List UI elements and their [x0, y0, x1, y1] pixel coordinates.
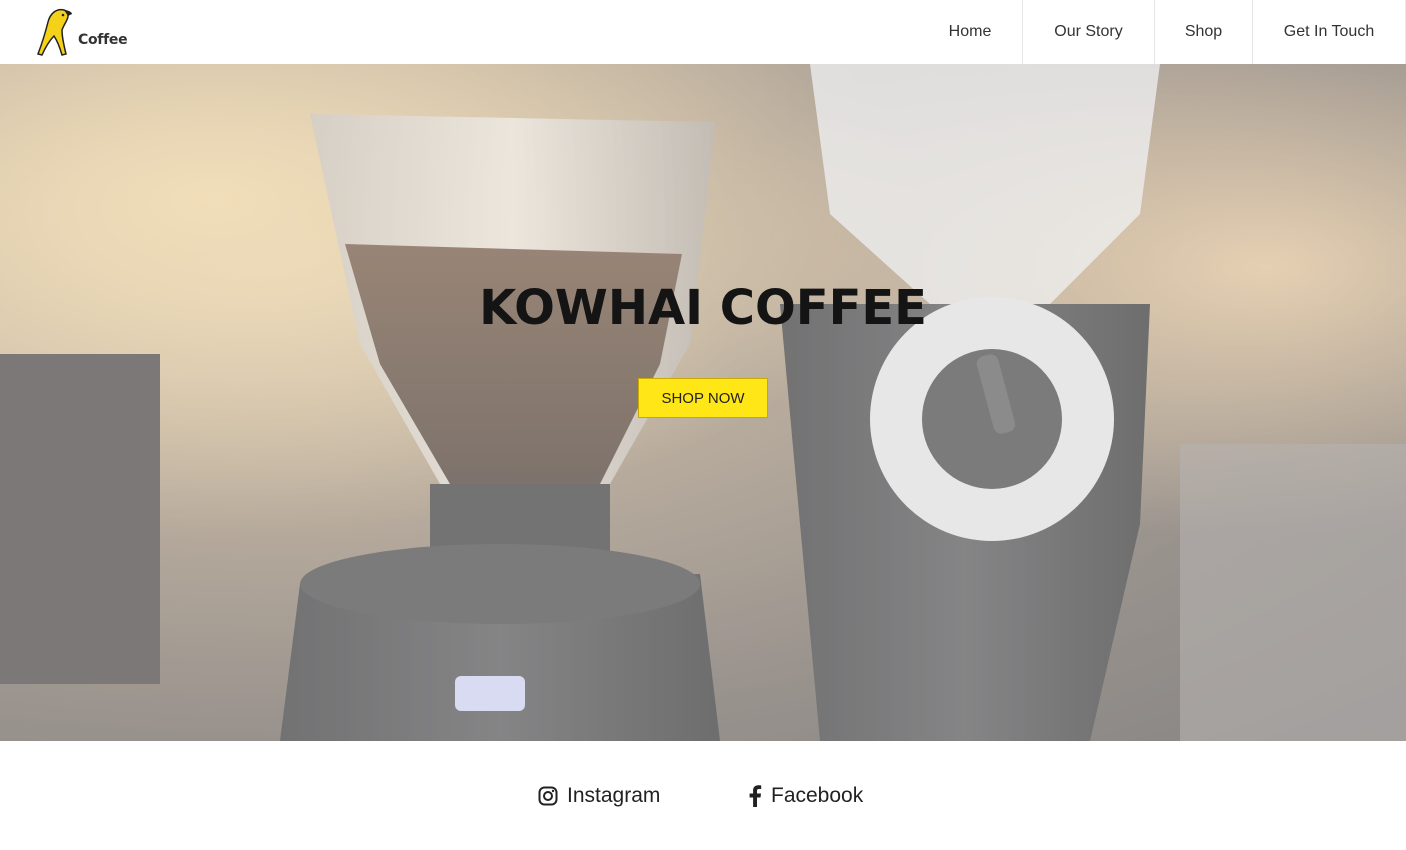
shop-now-button[interactable]: SHOP NOW [638, 378, 768, 418]
main-nav: Home Our Story Shop Get In Touch [918, 0, 1406, 64]
facebook-link[interactable]: Facebook [748, 778, 863, 814]
logo-text: Coffee [78, 32, 128, 48]
site-logo[interactable]: Coffee [34, 6, 134, 58]
instagram-link[interactable]: Instagram [538, 778, 660, 814]
facebook-label: Facebook [771, 784, 864, 807]
hero-banner: KOWHAI COFFEE SHOP NOW [0, 64, 1406, 741]
instagram-label: Instagram [567, 784, 661, 807]
hero-title: KOWHAI COFFEE [479, 280, 927, 336]
site-header: Coffee Home Our Story Shop Get In Touch [0, 0, 1406, 64]
nav-item-home[interactable]: Home [918, 0, 1022, 64]
instagram-icon [538, 786, 558, 806]
nav-item-our-story[interactable]: Our Story [1022, 0, 1154, 64]
nav-item-shop[interactable]: Shop [1154, 0, 1252, 64]
kowhai-bird-logo-icon [37, 8, 72, 56]
facebook-icon [748, 785, 762, 807]
nav-item-get-in-touch[interactable]: Get In Touch [1252, 0, 1406, 64]
